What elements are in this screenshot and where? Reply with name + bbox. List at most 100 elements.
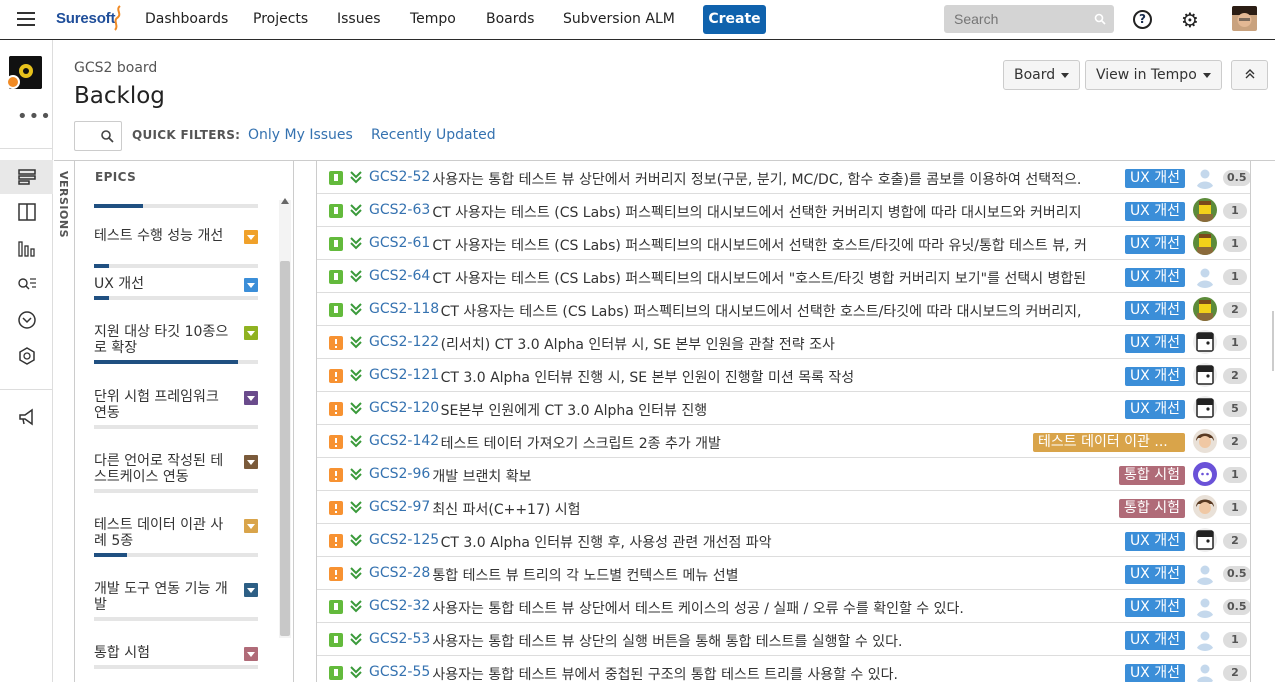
assignee-avatar[interactable] <box>1193 627 1217 651</box>
assignee-avatar[interactable] <box>1193 330 1217 354</box>
issue-row[interactable]: GCS2-122 (리서치) CT 3.0 Alpha 인터뷰 시, SE 본부 … <box>317 326 1250 359</box>
page-scrollbar[interactable] <box>1272 311 1274 371</box>
epic-item[interactable]: 다른 언어로 작성된 테스트케이스 연동 <box>94 453 258 493</box>
issue-key[interactable]: GCS2-63 <box>369 202 430 218</box>
issues-search-icon[interactable] <box>17 274 37 294</box>
user-avatar[interactable] <box>1232 6 1257 31</box>
issue-key[interactable]: GCS2-120 <box>369 400 439 416</box>
nav-projects[interactable]: Projects <box>253 11 308 27</box>
epic-label[interactable]: UX 개선 <box>1124 631 1185 650</box>
nav-subversion-alm[interactable]: Subversion ALM <box>563 11 675 27</box>
epic-item[interactable]: 테스트 데이터 이관 사례 5종 <box>94 517 258 557</box>
issue-key[interactable]: GCS2-121 <box>369 367 439 383</box>
nav-issues[interactable]: Issues <box>337 11 381 27</box>
epic-label[interactable]: 테스트 데이터 이관 ... <box>1033 433 1185 452</box>
versions-label[interactable]: VERSIONS <box>57 171 70 238</box>
issue-row[interactable]: GCS2-61 CT 사용자는 테스트 (CS Labs) 퍼스펙티브의 대시보드… <box>317 227 1250 260</box>
assignee-avatar[interactable] <box>1193 297 1217 321</box>
issue-key[interactable]: GCS2-28 <box>369 565 430 581</box>
epic-color-chevron-icon[interactable] <box>244 391 258 405</box>
epic-color-chevron-icon[interactable] <box>244 455 258 469</box>
assignee-avatar[interactable] <box>1193 462 1217 486</box>
scroll-up-icon[interactable] <box>281 198 289 204</box>
issue-key[interactable]: GCS2-32 <box>369 598 430 614</box>
backlog-icon[interactable] <box>17 167 37 187</box>
issue-row[interactable]: GCS2-142 테스트 테이터 가져오기 스크립트 2종 추가 개발 테스트 데이… <box>317 425 1250 458</box>
issue-key[interactable]: GCS2-55 <box>369 664 430 680</box>
epic-label[interactable]: UX 개선 <box>1124 169 1185 188</box>
issue-row[interactable]: GCS2-52 사용자는 통합 테스트 뷰 상단에서 커버리지 정보(구문, 분기… <box>317 161 1250 194</box>
epic-label[interactable]: UX 개선 <box>1124 532 1185 551</box>
epic-label[interactable]: 통합 시험 <box>1119 499 1185 518</box>
assignee-avatar[interactable] <box>1193 429 1217 453</box>
epics-scrollbar-thumb[interactable] <box>280 261 290 636</box>
epic-item[interactable]: 통합 시험 <box>94 645 258 669</box>
reports-icon[interactable] <box>17 238 37 258</box>
filter-only-my-issues[interactable]: Only My Issues <box>248 127 353 143</box>
issue-row[interactable]: GCS2-118 CT 사용자는 테스트 (CS Labs) 퍼스펙티브의 대시보… <box>317 293 1250 326</box>
epic-item[interactable]: 개발 도구 연동 기능 개발 <box>94 581 258 621</box>
more-icon[interactable]: ••• <box>17 106 52 127</box>
view-in-tempo-dropdown[interactable]: View in Tempo <box>1085 60 1222 90</box>
breadcrumb[interactable]: GCS2 board <box>74 60 157 76</box>
epic-color-chevron-icon[interactable] <box>244 326 258 340</box>
assignee-avatar[interactable] <box>1193 231 1217 255</box>
epic-item[interactable]: 지원 대상 타깃 10종으로 확장 <box>94 324 258 364</box>
epic-label[interactable]: UX 개선 <box>1124 235 1185 254</box>
assignee-avatar[interactable] <box>1193 495 1217 519</box>
issue-row[interactable]: GCS2-121 CT 3.0 Alpha 인터뷰 진행 시, SE 본부 인원이… <box>317 359 1250 392</box>
epic-label[interactable]: UX 개선 <box>1124 400 1185 419</box>
epic-color-chevron-icon[interactable] <box>244 230 258 244</box>
epic-label[interactable]: UX 개선 <box>1124 565 1185 584</box>
issue-row[interactable]: GCS2-64 CT 사용자는 테스트 (CS Labs) 퍼스펙티브의 대시보드… <box>317 260 1250 293</box>
assignee-avatar[interactable] <box>1193 660 1217 682</box>
issue-key[interactable]: GCS2-142 <box>369 433 439 449</box>
epic-color-chevron-icon[interactable] <box>244 519 258 533</box>
filter-recently-updated[interactable]: Recently Updated <box>371 127 496 143</box>
epic-label[interactable]: UX 개선 <box>1124 598 1185 617</box>
assignee-avatar[interactable] <box>1193 528 1217 552</box>
board-icon[interactable] <box>17 202 37 222</box>
epic-label[interactable]: UX 개선 <box>1124 301 1185 320</box>
nav-boards[interactable]: Boards <box>486 11 534 27</box>
issue-row[interactable]: GCS2-125 CT 3.0 Alpha 인터뷰 진행 후, 사용성 관련 개선… <box>317 524 1250 557</box>
epic-label[interactable]: UX 개선 <box>1124 334 1185 353</box>
create-button[interactable]: Create <box>703 5 766 34</box>
nav-tempo[interactable]: Tempo <box>410 11 456 27</box>
epic-item[interactable]: 테스트 수행 성능 개선 <box>94 228 258 268</box>
board-dropdown[interactable]: Board <box>1003 60 1081 90</box>
versions-panel[interactable]: VERSIONS <box>55 161 75 682</box>
issue-row[interactable]: GCS2-53 사용자는 통합 테스트 뷰 상단의 실행 버튼을 통해 통합 테스… <box>317 623 1250 656</box>
components-icon[interactable] <box>17 346 37 366</box>
issue-key[interactable]: GCS2-97 <box>369 499 430 515</box>
issue-row[interactable]: GCS2-120 SE본부 인원에게 CT 3.0 Alpha 인터뷰 진행 UX … <box>317 392 1250 425</box>
assignee-avatar[interactable] <box>1193 561 1217 585</box>
assignee-avatar[interactable] <box>1193 198 1217 222</box>
issue-key[interactable]: GCS2-52 <box>369 169 430 185</box>
epic-item[interactable]: 단위 시험 프레임워크 연동 <box>94 389 258 429</box>
assignee-avatar[interactable] <box>1193 264 1217 288</box>
epic-label[interactable]: UX 개선 <box>1124 664 1185 682</box>
issue-key[interactable]: GCS2-125 <box>369 532 439 548</box>
gear-icon[interactable]: ⚙ <box>1181 8 1199 32</box>
issue-row[interactable]: GCS2-55 사용자는 통합 테스트 뷰에서 중첩된 구조의 통합 테스트 트리… <box>317 656 1250 682</box>
epic-label[interactable]: 통합 시험 <box>1119 466 1185 485</box>
search-input[interactable] <box>944 5 1114 33</box>
epic-label[interactable]: UX 개선 <box>1124 268 1185 287</box>
collapse-header-button[interactable] <box>1231 60 1268 90</box>
help-icon[interactable]: ? <box>1133 10 1152 29</box>
issue-key[interactable]: GCS2-61 <box>369 235 430 251</box>
epic-color-chevron-icon[interactable] <box>244 583 258 597</box>
epic-label[interactable]: UX 개선 <box>1124 367 1185 386</box>
announcement-icon[interactable] <box>17 407 37 427</box>
epic-color-chevron-icon[interactable] <box>244 647 258 661</box>
issue-row[interactable]: GCS2-32 사용자는 통합 테스트 뷰 상단에서 테스트 케이스의 성공 / … <box>317 590 1250 623</box>
logo[interactable]: Suresoft <box>56 10 115 27</box>
issue-key[interactable]: GCS2-118 <box>369 301 439 317</box>
issue-key[interactable]: GCS2-122 <box>369 334 439 350</box>
assignee-avatar[interactable] <box>1193 594 1217 618</box>
assignee-avatar[interactable] <box>1193 165 1217 189</box>
issue-row[interactable]: GCS2-97 최신 파서(C++17) 시험 통합 시험 1 <box>317 491 1250 524</box>
issue-key[interactable]: GCS2-96 <box>369 466 430 482</box>
epic-label[interactable]: UX 개선 <box>1124 202 1185 221</box>
